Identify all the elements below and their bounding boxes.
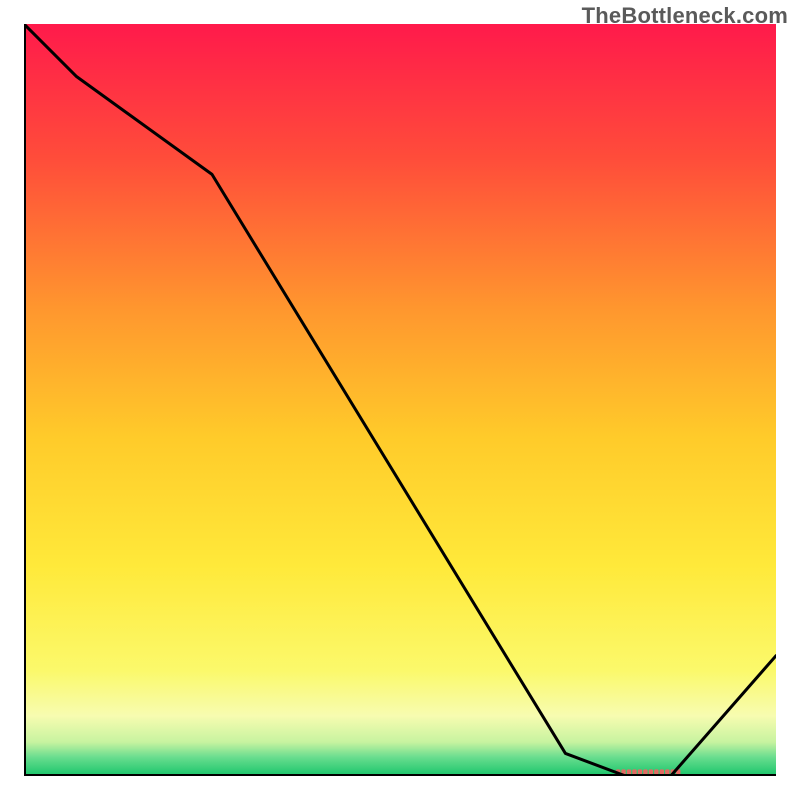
chart-container: TheBottleneck.com [0, 0, 800, 800]
plot-area [24, 24, 776, 776]
chart-svg [24, 24, 776, 776]
gradient-background [24, 24, 776, 776]
